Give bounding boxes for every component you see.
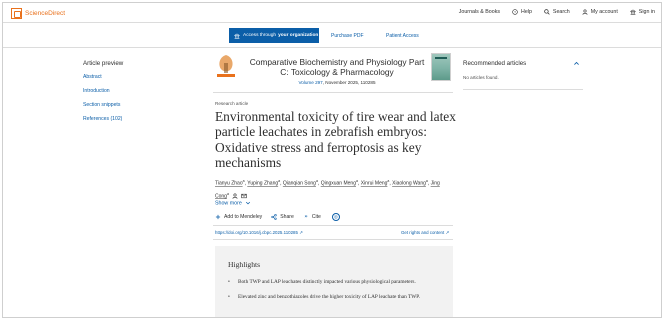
author-affiliation-mark: a — [242, 179, 245, 183]
doi-label: https://doi.org/10.1016/j.cbpc.2025.1102… — [215, 230, 298, 235]
doi-divider — [213, 225, 453, 226]
add-to-mendeley-button[interactable]: Add to Mendeley — [215, 214, 262, 220]
header-divider — [213, 92, 453, 93]
sidebar-item-introduction[interactable]: Introduction — [83, 88, 123, 94]
patient-access-button[interactable]: Patient Access — [386, 33, 419, 39]
search-icon — [544, 9, 550, 15]
sidebar-item-section-snippets[interactable]: Section snippets — [83, 102, 123, 108]
recommended-divider — [463, 89, 583, 90]
chevron-up-icon[interactable] — [573, 60, 580, 67]
highlight-item: Elevated zinc and benzothiazoles drive t… — [228, 293, 440, 301]
recommended-articles-title: Recommended articles — [463, 60, 527, 67]
sciencedirect-logo[interactable]: ScienceDirect — [11, 8, 65, 19]
journal-title[interactable]: Comparative Biochemistry and Physiology … — [248, 57, 426, 77]
journal-cover-image[interactable] — [431, 53, 451, 81]
external-link-icon: ↗ — [299, 230, 303, 235]
author-name[interactable]: Xiaolong Wang — [392, 181, 426, 187]
logo-icon — [11, 8, 22, 19]
article-preview-title: Article preview — [83, 60, 124, 67]
share-button[interactable]: Share — [271, 214, 294, 220]
browser-frame: ScienceDirect Journals & Books ? Help Se… — [2, 2, 662, 318]
show-more-button[interactable]: Show more — [215, 200, 251, 206]
volume-link[interactable]: Volume 297 — [298, 80, 322, 85]
rights-and-content-link[interactable]: Get rights and content ↗ — [401, 230, 449, 236]
article-tools: Add to Mendeley Share ” Cite ◎ — [215, 213, 340, 221]
author-name[interactable]: Qingxuan Meng — [321, 181, 356, 187]
journals-books-label: Journals & Books — [458, 9, 500, 15]
author-affiliation-mark: a — [425, 179, 428, 183]
author-affiliation-mark: a — [356, 179, 358, 183]
show-more-label: Show more — [215, 200, 242, 207]
sidebar-item-abstract[interactable]: Abstract — [83, 74, 123, 80]
highlight-item: Both TWP and LAP leachates distinctly im… — [228, 278, 440, 286]
svg-text:”: ” — [304, 215, 307, 220]
highlights-section: Highlights Both TWP and LAP leachates di… — [215, 246, 453, 317]
volume-details: , November 2025, 110285 — [322, 80, 376, 85]
cite-label: Cite — [311, 214, 321, 220]
doi-link[interactable]: https://doi.org/10.1016/j.cbpc.2025.1102… — [215, 230, 303, 236]
access-prefix-label: Access through — [243, 33, 277, 38]
quote-icon: ” — [304, 215, 307, 220]
user-icon — [582, 9, 588, 15]
share-label: Share — [280, 214, 294, 220]
rights-label: Get rights and content — [401, 230, 445, 235]
sign-in-link[interactable]: Sign in — [629, 9, 655, 15]
author-name[interactable]: Yuping Zhang — [247, 181, 278, 187]
article-action-bar: Access through your organization Purchase… — [3, 24, 661, 48]
top-navigation: ScienceDirect Journals & Books ? Help Se… — [3, 3, 661, 23]
email-icon[interactable] — [240, 193, 247, 199]
corresponding-author-icon[interactable] — [232, 193, 238, 199]
purchase-pdf-button[interactable]: Purchase PDF — [331, 33, 364, 39]
share-icon — [271, 214, 277, 220]
journal-volume: Volume 297, November 2025, 110285 — [248, 80, 426, 85]
help-link[interactable]: ? Help — [512, 9, 532, 15]
journals-books-link[interactable]: Journals & Books — [459, 9, 500, 15]
add-to-mendeley-label: Add to Mendeley — [224, 214, 263, 220]
author-affiliation-mark: a — [315, 179, 318, 183]
highlights-title: Highlights — [228, 260, 261, 269]
help-label: Help — [521, 9, 532, 15]
svg-text:?: ? — [514, 10, 516, 14]
institution-icon — [629, 9, 636, 15]
sign-in-label: Sign in — [638, 9, 655, 15]
access-bold-label: your organization — [278, 33, 319, 38]
article-title: Environmental toxicity of tire wear and … — [215, 109, 456, 171]
institution-icon — [234, 33, 240, 39]
author-name[interactable]: Qianqian Song — [283, 181, 316, 187]
nav-links: Journals & Books ? Help Search My accoun… — [447, 9, 655, 15]
author-affiliation-mark: a — [278, 179, 281, 183]
logo-text: ScienceDirect — [25, 10, 66, 17]
chevron-down-icon — [246, 201, 251, 205]
author-affiliation-mark: a — [226, 191, 229, 196]
plus-icon — [215, 214, 221, 220]
search-label: Search — [552, 9, 570, 15]
article-preview-nav: Article preview Abstract Introduction Se… — [83, 60, 123, 130]
access-through-organization-button[interactable]: Access through your organization — [229, 28, 319, 43]
my-account-link[interactable]: My account — [582, 9, 618, 15]
author-name[interactable]: Xinrui Meng — [361, 181, 388, 187]
author-list: Tianyu Zhaoa, Yuping Zhanga, Qianqian So… — [215, 179, 440, 200]
search-link[interactable]: Search — [544, 9, 570, 15]
my-account-label: My account — [590, 9, 618, 15]
author-affiliation-mark: a — [387, 179, 390, 183]
open-access-badge-icon[interactable]: ◎ — [331, 213, 340, 221]
author-name[interactable]: Tianyu Zhao — [215, 181, 243, 187]
no-articles-message: No articles found. — [463, 75, 499, 80]
doi-divider-bottom — [213, 239, 453, 240]
help-icon: ? — [512, 9, 518, 15]
sidebar-item-references[interactable]: References (102) — [83, 116, 123, 122]
external-link-icon: ↗ — [445, 230, 450, 235]
article-type: Research article — [215, 101, 249, 106]
cite-button[interactable]: ” Cite — [303, 214, 321, 220]
elsevier-logo[interactable] — [213, 53, 239, 79]
